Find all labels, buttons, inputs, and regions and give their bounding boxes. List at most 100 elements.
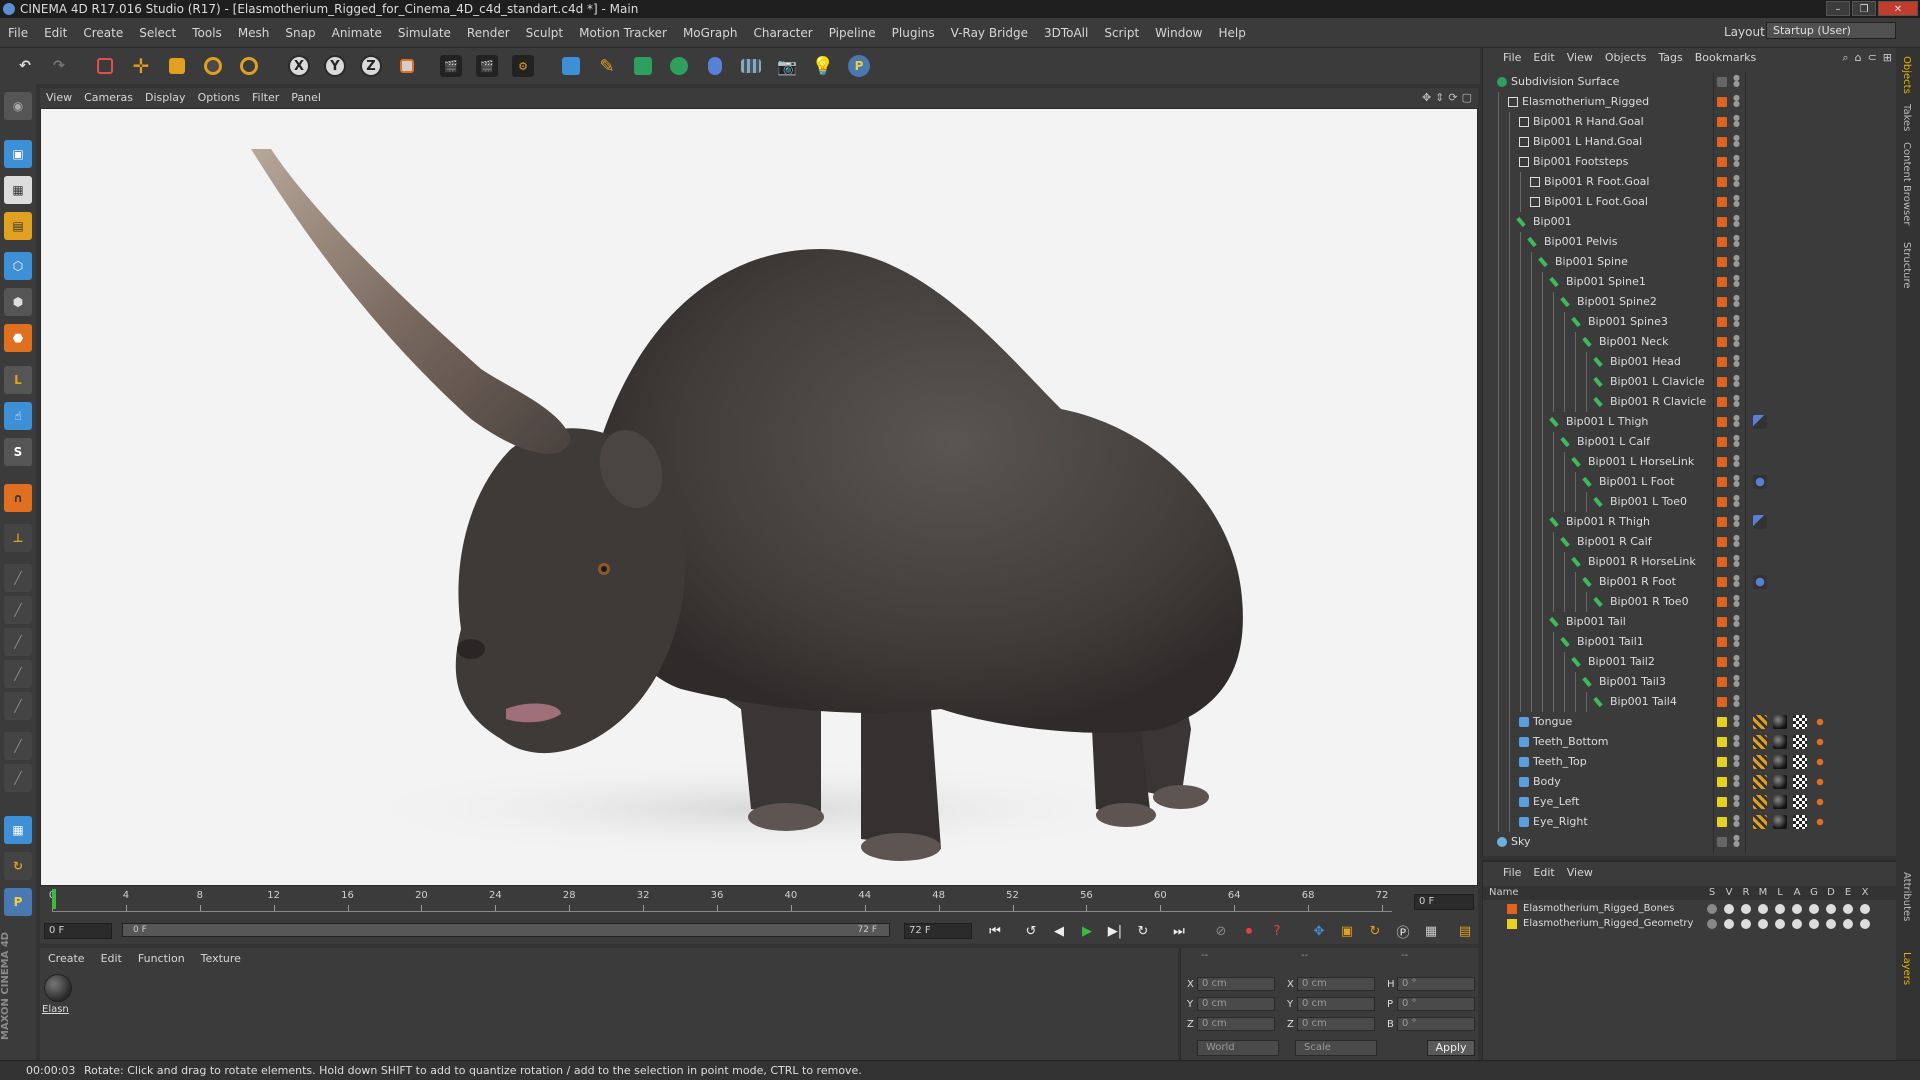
viewport-menu-cameras[interactable]: Cameras — [78, 91, 139, 104]
weight-tag-icon[interactable] — [1753, 755, 1767, 769]
material-tag-icon[interactable] — [1773, 715, 1787, 729]
spline-pen-icon[interactable]: ✎ — [592, 51, 622, 81]
visibility-dots-icon[interactable]: ● ● — [1733, 494, 1740, 508]
layer-color-icon[interactable] — [1717, 397, 1727, 407]
texture-tag-icon[interactable] — [1793, 775, 1807, 789]
dock-tab-content-browser[interactable]: Content Browser — [1901, 138, 1912, 229]
layer-toggle-icon[interactable] — [1860, 904, 1870, 914]
minimize-button[interactable]: – — [1826, 1, 1850, 16]
visibility-dots-icon[interactable]: ● ● — [1733, 574, 1740, 588]
visibility-dots-icon[interactable]: ● ● — [1733, 614, 1740, 628]
key-rotation-icon[interactable]: ↻ — [1364, 920, 1386, 942]
model-mode-icon[interactable]: ▣ — [4, 140, 32, 168]
recent-tool-icon[interactable] — [234, 51, 264, 81]
move-icon[interactable]: ✛ — [126, 51, 156, 81]
menu-select[interactable]: Select — [131, 18, 184, 48]
live-selection-icon[interactable] — [90, 51, 120, 81]
visibility-dots-icon[interactable]: ● ● — [1733, 254, 1740, 268]
layer-row[interactable]: Elasmotherium_Rigged_Geometry — [1483, 917, 1897, 931]
material-tag-icon[interactable] — [1773, 775, 1787, 789]
layer-color-icon[interactable] — [1717, 117, 1727, 127]
subdivision-surface-icon[interactable] — [628, 51, 658, 81]
sculpt-pull-icon[interactable]: ╱ — [4, 596, 32, 624]
timeline-window-icon[interactable]: ▤ — [1454, 920, 1476, 942]
size-y-field[interactable]: 0 cm — [1297, 997, 1375, 1011]
menu-pipeline[interactable]: Pipeline — [821, 18, 884, 48]
visibility-dots-icon[interactable]: ● ● — [1733, 94, 1740, 108]
object-row-bip001-pelvis[interactable]: Bip001 Pelvis ● ● — [1483, 232, 1897, 252]
workplane-icon[interactable]: ▤ — [4, 212, 32, 240]
layer-color-icon[interactable] — [1717, 197, 1727, 207]
layer-color-icon[interactable] — [1717, 277, 1727, 287]
layer-toggle-icon[interactable] — [1826, 919, 1836, 929]
object-row-bip001-r-hand-goal[interactable]: Bip001 R Hand.Goal ● ● — [1483, 112, 1897, 132]
layer-toggle-icon[interactable] — [1809, 904, 1819, 914]
objects-menu-file[interactable]: File — [1497, 48, 1527, 68]
viewport-menu-view[interactable]: View — [40, 91, 78, 104]
visibility-dots-icon[interactable]: ● ● — [1733, 334, 1740, 348]
object-name[interactable]: Teeth_Bottom — [1533, 732, 1609, 752]
layer-color-icon[interactable] — [1717, 757, 1727, 767]
texture-tag-icon[interactable] — [1793, 715, 1807, 729]
menu-script[interactable]: Script — [1096, 18, 1147, 48]
layer-name[interactable]: Elasmotherium_Rigged_Geometry — [1523, 917, 1693, 931]
layer-toggle-icon[interactable] — [1843, 904, 1853, 914]
object-name[interactable]: Tongue — [1533, 712, 1572, 732]
object-name[interactable]: Bip001 Pelvis — [1544, 232, 1617, 252]
layer-color-icon[interactable] — [1717, 157, 1727, 167]
layer-toggle-icon[interactable] — [1741, 904, 1751, 914]
skin-tag-icon[interactable] — [1813, 815, 1827, 829]
object-name[interactable]: Bip001 R Hand.Goal — [1533, 112, 1644, 132]
menu-window[interactable]: Window — [1147, 18, 1210, 48]
rotation-h-field[interactable]: 0 ° — [1397, 977, 1475, 991]
timeline[interactable]: 04812162024283236404448525660646872 0 F — [40, 886, 1478, 918]
points-mode-icon[interactable]: ⬡ — [4, 252, 32, 280]
object-row-bip001-spine[interactable]: Bip001 Spine ● ● — [1483, 252, 1897, 272]
layer-toggle-icon[interactable] — [1809, 919, 1819, 929]
layer-toggle-icon[interactable] — [1843, 919, 1853, 929]
visibility-dots-icon[interactable]: ● ● — [1733, 634, 1740, 648]
close-button[interactable]: ✕ — [1878, 1, 1918, 16]
visibility-dots-icon[interactable]: ● ● — [1733, 834, 1740, 848]
apply-button[interactable]: Apply — [1427, 1040, 1475, 1056]
undo-icon[interactable]: ↶ — [10, 51, 40, 81]
3d-viewport[interactable] — [40, 108, 1478, 886]
object-name[interactable]: Sky — [1511, 832, 1530, 852]
dock-tab-attributes[interactable]: Attributes — [1901, 868, 1912, 925]
skin-tag-icon[interactable] — [1813, 795, 1827, 809]
layer-color-icon[interactable] — [1717, 437, 1727, 447]
weight-tag-icon[interactable] — [1753, 715, 1767, 729]
layer-color-icon[interactable] — [1717, 697, 1727, 707]
menu-3dtoall[interactable]: 3DToAll — [1036, 18, 1096, 48]
visibility-dots-icon[interactable]: ● ● — [1733, 734, 1740, 748]
coordinate-space-select[interactable]: World — [1197, 1040, 1279, 1056]
ik-tag-icon[interactable] — [1753, 415, 1767, 429]
layer-color-icon[interactable] — [1717, 177, 1727, 187]
material-tag-icon[interactable] — [1773, 735, 1787, 749]
object-name[interactable]: Bip001 L Foot — [1599, 472, 1674, 492]
material-menu-function[interactable]: Function — [130, 952, 193, 965]
layer-color-icon[interactable] — [1717, 777, 1727, 787]
visibility-dots-icon[interactable]: ● ● — [1733, 174, 1740, 188]
object-name[interactable]: Bip001 R Thigh — [1566, 512, 1650, 532]
visibility-dots-icon[interactable]: ● ● — [1733, 134, 1740, 148]
dock-tab-objects[interactable]: Objects — [1901, 52, 1912, 98]
object-name[interactable]: Bip001 L Calf — [1577, 432, 1650, 452]
object-name[interactable]: Bip001 Tail3 — [1599, 672, 1666, 692]
layer-toggle-icon[interactable] — [1724, 904, 1734, 914]
layer-toggle-icon[interactable] — [1707, 904, 1717, 914]
weight-tag-icon[interactable] — [1753, 815, 1767, 829]
cube-object-icon[interactable] — [556, 51, 586, 81]
layer-row[interactable]: Elasmotherium_Rigged_Bones — [1483, 902, 1897, 916]
visibility-dots-icon[interactable]: ● ● — [1733, 374, 1740, 388]
ik-tag-icon[interactable] — [1753, 515, 1767, 529]
object-row-teeth-top[interactable]: Teeth_Top ● ● — [1483, 752, 1897, 772]
key-position-icon[interactable]: ✥ — [1308, 920, 1330, 942]
enable-axis-icon[interactable]: L — [4, 366, 32, 394]
menu-mesh[interactable]: Mesh — [230, 18, 278, 48]
menu-sculpt[interactable]: Sculpt — [518, 18, 571, 48]
menu-file[interactable]: File — [0, 18, 36, 48]
object-row-bip001-tail1[interactable]: Bip001 Tail1 ● ● — [1483, 632, 1897, 652]
visibility-dots-icon[interactable]: ● ● — [1733, 214, 1740, 228]
layer-color-icon[interactable] — [1717, 77, 1727, 87]
